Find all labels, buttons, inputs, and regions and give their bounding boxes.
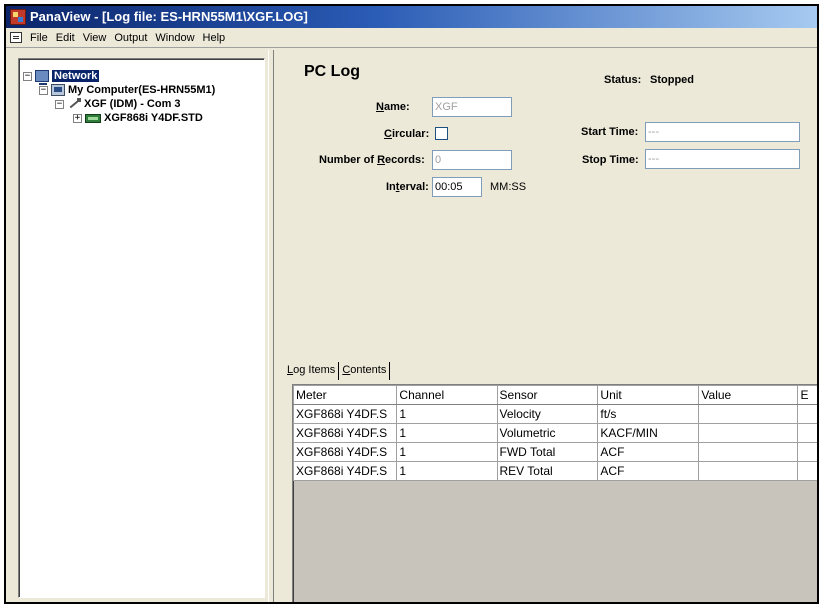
menu-file[interactable]: File — [26, 32, 52, 44]
start-time-field[interactable]: --- — [645, 122, 800, 142]
status-label: Status: — [604, 74, 642, 86]
tab-contents[interactable]: Contents — [339, 362, 391, 380]
cell-unit[interactable]: ACF — [597, 442, 700, 462]
stop-time-field[interactable]: --- — [645, 149, 800, 169]
column-header-sensor[interactable]: Sensor — [496, 385, 599, 405]
menu-output[interactable]: Output — [110, 32, 151, 44]
cell-channel[interactable]: 1 — [396, 404, 498, 424]
cell-e[interactable] — [797, 423, 817, 443]
cell-value[interactable] — [698, 423, 799, 443]
column-header-unit[interactable]: Unit — [597, 385, 700, 405]
document-icon[interactable] — [10, 32, 22, 43]
expand-icon[interactable]: + — [73, 113, 82, 123]
cell-sensor[interactable]: FWD Total — [496, 442, 599, 462]
name-field[interactable]: XGF — [432, 97, 512, 117]
collapse-icon[interactable]: − — [39, 85, 48, 95]
tree-item-label: My Computer(ES-HRN55M1) — [68, 84, 216, 96]
cell-sensor[interactable]: Velocity — [496, 404, 599, 424]
cell-channel[interactable]: 1 — [396, 423, 498, 443]
log-items-grid[interactable]: Meter Channel Sensor Unit Value E XGF868… — [292, 384, 817, 602]
device-tree[interactable]: − Network − My Computer(ES-HRN55M1) − XG… — [18, 58, 265, 598]
cell-channel[interactable]: 1 — [396, 442, 498, 462]
cell-sensor[interactable]: REV Total — [496, 461, 599, 481]
window-title: PanaView - [Log file: ES-HRN55M1\XGF.LOG… — [30, 9, 308, 24]
menu-window[interactable]: Window — [151, 32, 198, 44]
tree-item-computer[interactable]: − My Computer(ES-HRN55M1) — [39, 83, 215, 97]
stop-time-label: Stop Time: — [582, 154, 639, 166]
computer-icon — [51, 84, 65, 96]
cell-meter[interactable]: XGF868i Y4DF.S — [293, 442, 398, 462]
records-field[interactable]: 0 — [432, 150, 512, 170]
panaview-app-icon[interactable] — [10, 9, 26, 25]
cell-value[interactable] — [698, 442, 799, 462]
circular-label: Circular: — [384, 128, 430, 140]
interval-label: Interval: — [386, 181, 429, 193]
panel-splitter[interactable] — [268, 50, 274, 602]
cell-sensor[interactable]: Volumetric — [496, 423, 599, 443]
circular-checkbox[interactable] — [435, 127, 448, 140]
network-icon — [35, 70, 49, 85]
table-row[interactable]: XGF868i Y4DF.S 1 Velocity ft/s — [293, 404, 817, 424]
tree-item-label: XGF868i Y4DF.STD — [104, 112, 203, 124]
cell-e[interactable] — [797, 461, 817, 481]
pc-log-panel: PC Log Status: Stopped Name: XGF Circula… — [276, 50, 817, 602]
title-bar[interactable]: PanaView - [Log file: ES-HRN55M1\XGF.LOG… — [6, 6, 817, 28]
meter-icon — [85, 113, 101, 123]
tab-strip: Log Items Contents — [284, 360, 391, 380]
serial-cable-icon — [67, 98, 81, 110]
app-window: PanaView - [Log file: ES-HRN55M1\XGF.LOG… — [4, 4, 819, 604]
tree-item-label: Network — [52, 70, 100, 82]
interval-units: MM:SS — [490, 181, 527, 193]
table-row[interactable]: XGF868i Y4DF.S 1 FWD Total ACF — [293, 442, 817, 462]
column-header-meter[interactable]: Meter — [293, 385, 398, 405]
cell-value[interactable] — [698, 404, 799, 424]
collapse-icon[interactable]: − — [55, 99, 64, 109]
cell-unit[interactable]: ft/s — [597, 404, 700, 424]
name-label: Name: — [376, 101, 410, 113]
cell-unit[interactable]: ACF — [597, 461, 700, 481]
interval-field[interactable]: 00:05 — [432, 177, 482, 197]
table-row[interactable]: XGF868i Y4DF.S 1 Volumetric KACF/MIN — [293, 423, 817, 443]
collapse-icon[interactable]: − — [23, 71, 32, 81]
tree-item-meter[interactable]: + XGF868i Y4DF.STD — [73, 111, 203, 125]
tree-item-label: XGF (IDM) - Com 3 — [84, 98, 181, 110]
column-header-e[interactable]: E — [797, 385, 817, 405]
menu-bar: File Edit View Output Window Help — [6, 28, 817, 48]
menu-view[interactable]: View — [79, 32, 111, 44]
cell-meter[interactable]: XGF868i Y4DF.S — [293, 423, 398, 443]
tree-item-com-port[interactable]: − XGF (IDM) - Com 3 — [55, 97, 181, 111]
table-row[interactable]: XGF868i Y4DF.S 1 REV Total ACF — [293, 461, 817, 481]
cell-e[interactable] — [797, 404, 817, 424]
cell-meter[interactable]: XGF868i Y4DF.S — [293, 461, 398, 481]
tab-log-items[interactable]: Log Items — [284, 362, 340, 380]
menu-help[interactable]: Help — [199, 32, 230, 44]
tree-item-network[interactable]: − Network — [23, 69, 100, 85]
records-label: Number of Records: — [319, 154, 425, 166]
log-items-table: Meter Channel Sensor Unit Value E XGF868… — [293, 385, 817, 481]
menu-edit[interactable]: Edit — [52, 32, 79, 44]
cell-channel[interactable]: 1 — [396, 461, 498, 481]
column-header-value[interactable]: Value — [698, 385, 799, 405]
cell-e[interactable] — [797, 442, 817, 462]
cell-meter[interactable]: XGF868i Y4DF.S — [293, 404, 398, 424]
cell-value[interactable] — [698, 461, 799, 481]
start-time-label: Start Time: — [581, 126, 639, 138]
status-value: Stopped — [650, 74, 694, 86]
cell-unit[interactable]: KACF/MIN — [597, 423, 700, 443]
page-title: PC Log — [304, 63, 360, 80]
column-header-channel[interactable]: Channel — [396, 385, 498, 405]
table-header-row: Meter Channel Sensor Unit Value E — [293, 385, 817, 405]
